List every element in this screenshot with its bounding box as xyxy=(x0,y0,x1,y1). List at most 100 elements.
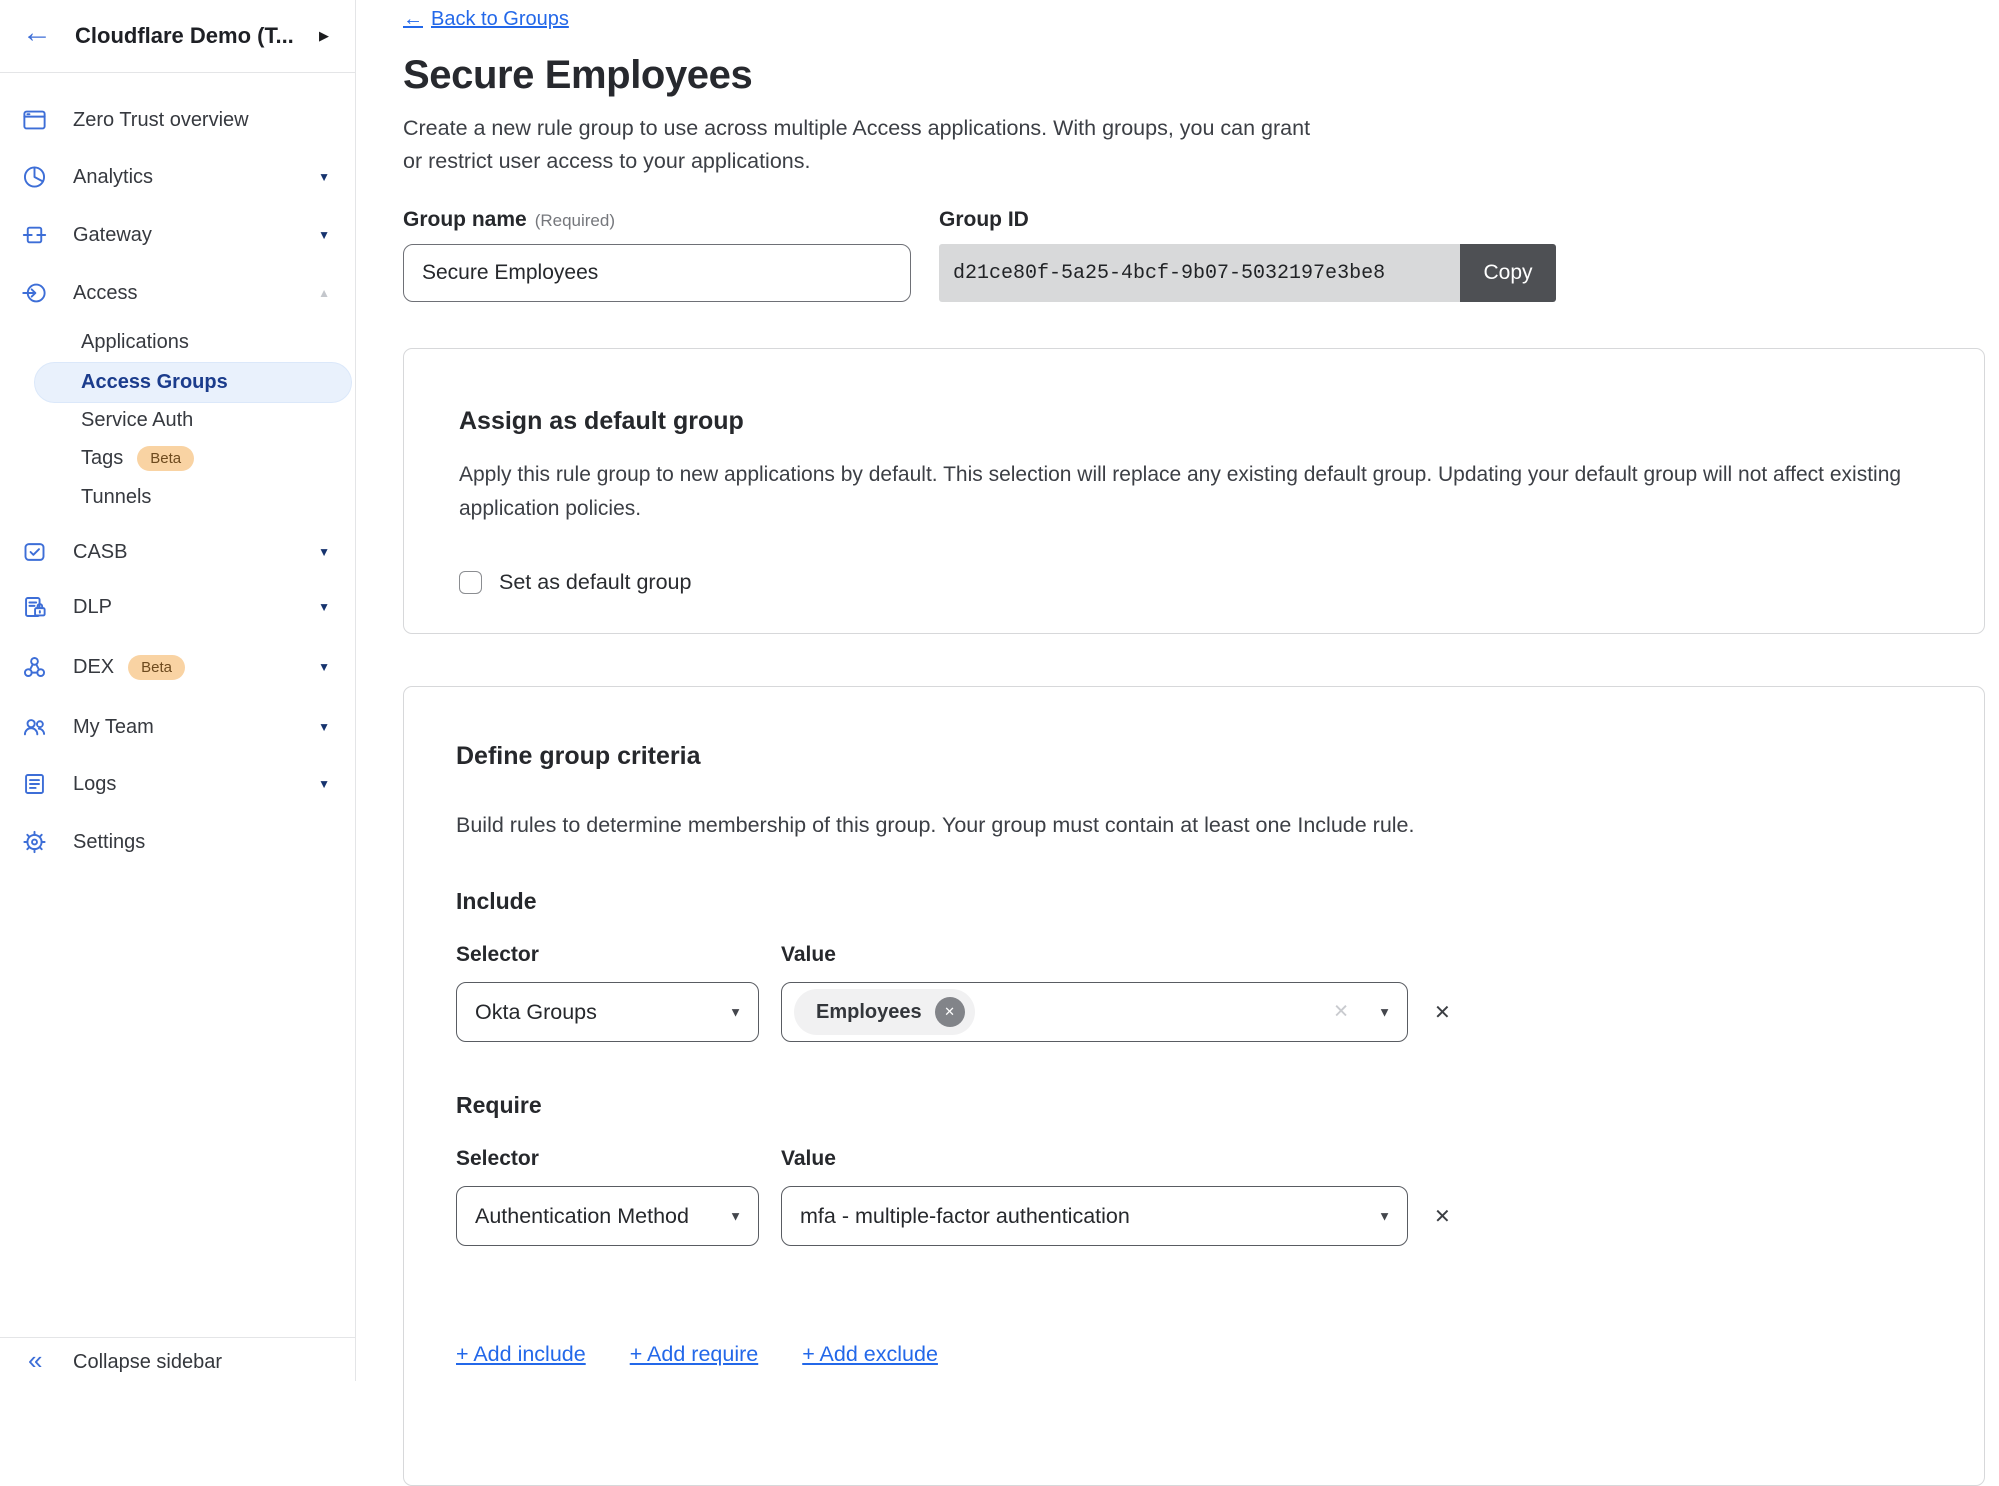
employees-tag-label: Employees xyxy=(816,1001,922,1024)
chevron-down-icon[interactable]: ▼ xyxy=(318,545,330,559)
beta-badge: Beta xyxy=(128,655,185,680)
group-id-label: Group ID xyxy=(939,208,1029,231)
require-selector-value: Authentication Method xyxy=(475,1204,689,1229)
sidebar-item-label: Settings xyxy=(73,831,145,854)
sidebar-item-label: Applications xyxy=(81,331,189,354)
sidebar-item-label: CASB xyxy=(73,541,127,564)
sidebar-item-my-team[interactable]: My Team ▼ xyxy=(0,712,356,742)
sidebar: ← Cloudflare Demo (T... ▶ Zero Trust ove… xyxy=(0,0,356,1381)
sidebar-item-tags[interactable]: Tags Beta xyxy=(0,443,356,473)
add-exclude-link[interactable]: + Add exclude xyxy=(802,1342,938,1367)
account-title: Cloudflare Demo (T... xyxy=(75,23,294,49)
gateway-icon xyxy=(21,222,48,249)
sidebar-item-gateway[interactable]: Gateway ▼ xyxy=(0,220,356,250)
sidebar-item-applications[interactable]: Applications xyxy=(0,327,356,357)
sidebar-item-label: Service Auth xyxy=(81,409,193,432)
back-to-groups-link[interactable]: ← Back to Groups xyxy=(403,8,569,31)
page-description-line1: Create a new rule group to use across mu… xyxy=(403,112,1999,145)
group-id-box: d21ce80f-5a25-4bcf-9b07-5032197e3be8 Cop… xyxy=(939,244,1556,302)
collapse-icon: « xyxy=(28,1345,42,1376)
require-labels-row: Selector Value xyxy=(456,1147,1932,1171)
employees-tag: Employees ✕ xyxy=(794,989,975,1035)
chevron-down-icon[interactable]: ▼ xyxy=(318,660,330,674)
chevron-down-icon: ▼ xyxy=(1378,1005,1391,1020)
default-group-card: Assign as default group Apply this rule … xyxy=(403,348,1985,634)
group-name-input[interactable] xyxy=(403,244,911,302)
remove-tag-icon[interactable]: ✕ xyxy=(935,997,965,1027)
group-name-field-group: Group name (Required) xyxy=(403,208,911,302)
sidebar-item-label: My Team xyxy=(73,716,154,739)
include-value-multiselect[interactable]: Employees ✕ ✕ ▼ xyxy=(781,982,1408,1042)
remove-include-rule-icon[interactable]: ✕ xyxy=(1434,1000,1451,1025)
required-hint: (Required) xyxy=(535,211,615,230)
sidebar-item-label: Tunnels xyxy=(81,486,151,509)
clear-value-icon[interactable]: ✕ xyxy=(1333,1001,1349,1024)
add-require-link[interactable]: + Add require xyxy=(630,1342,759,1367)
chevron-down-icon[interactable]: ▼ xyxy=(318,228,330,242)
include-selector-value: Okta Groups xyxy=(475,1000,597,1025)
chevron-down-icon[interactable]: ▼ xyxy=(318,600,330,614)
team-icon xyxy=(21,714,48,741)
sidebar-item-label: Analytics xyxy=(73,166,153,189)
group-criteria-card: Define group criteria Build rules to det… xyxy=(403,686,1985,1486)
main-content: ← Back to Groups Secure Employees Create… xyxy=(357,0,1999,1381)
default-group-card-description: Apply this rule group to new application… xyxy=(459,458,1929,526)
page-description: Create a new rule group to use across mu… xyxy=(403,112,1999,178)
include-rule-row: Okta Groups ▼ Employees ✕ ✕ ▼ ✕ xyxy=(456,982,1932,1042)
sidebar-item-dex[interactable]: DEX Beta ▼ xyxy=(0,652,356,682)
chevron-up-icon[interactable]: ▲ xyxy=(318,286,330,300)
sidebar-item-tunnels[interactable]: Tunnels xyxy=(0,482,356,512)
collapse-sidebar-button[interactable]: « Collapse sidebar xyxy=(0,1337,356,1381)
remove-require-rule-icon[interactable]: ✕ xyxy=(1434,1204,1451,1229)
include-value-label: Value xyxy=(781,943,836,967)
sidebar-item-label: DEX xyxy=(73,656,114,679)
include-labels-row: Selector Value xyxy=(456,943,1932,967)
require-selector-label: Selector xyxy=(456,1147,781,1171)
logs-icon xyxy=(21,771,48,798)
sidebar-item-logs[interactable]: Logs ▼ xyxy=(0,769,356,799)
group-name-label: Group name xyxy=(403,208,527,231)
sidebar-item-label: DLP xyxy=(73,596,112,619)
sidebar-item-settings[interactable]: Settings xyxy=(0,827,356,857)
beta-badge: Beta xyxy=(137,446,194,471)
group-name-id-row: Group name (Required) Group ID d21ce80f-5… xyxy=(403,208,1999,302)
sidebar-item-service-auth[interactable]: Service Auth xyxy=(0,405,356,435)
include-selector-label: Selector xyxy=(456,943,781,967)
sidebar-item-label: Zero Trust overview xyxy=(73,109,249,132)
group-id-value: d21ce80f-5a25-4bcf-9b07-5032197e3be8 xyxy=(939,244,1460,302)
group-id-field-group: Group ID d21ce80f-5a25-4bcf-9b07-5032197… xyxy=(939,208,1556,302)
access-icon xyxy=(21,280,48,307)
set-default-group-row: Set as default group xyxy=(459,570,1929,595)
set-default-group-checkbox[interactable] xyxy=(459,571,482,594)
include-selector-dropdown[interactable]: Okta Groups ▼ xyxy=(456,982,759,1042)
sidebar-item-zero-trust-overview[interactable]: Zero Trust overview xyxy=(0,105,356,135)
document-lock-icon xyxy=(21,594,48,621)
collapse-sidebar-label: Collapse sidebar xyxy=(73,1351,222,1374)
require-value-text: mfa - multiple-factor authentication xyxy=(800,1204,1130,1229)
account-switcher-caret-icon[interactable]: ▶ xyxy=(319,28,329,44)
chevron-down-icon: ▼ xyxy=(729,1005,742,1020)
sidebar-item-casb[interactable]: CASB ▼ xyxy=(0,537,356,567)
network-nodes-icon xyxy=(21,654,48,681)
set-default-group-label: Set as default group xyxy=(499,570,691,595)
back-arrow-icon[interactable]: ← xyxy=(22,16,52,50)
casb-icon xyxy=(21,539,48,566)
criteria-card-title: Define group criteria xyxy=(456,742,1932,771)
sidebar-item-access-groups[interactable]: Access Groups xyxy=(34,362,352,403)
require-selector-dropdown[interactable]: Authentication Method ▼ xyxy=(456,1186,759,1246)
gear-icon xyxy=(21,829,48,856)
sidebar-item-access[interactable]: Access ▲ xyxy=(0,278,356,308)
page-title: Secure Employees xyxy=(403,53,1999,98)
sidebar-item-dlp[interactable]: DLP ▼ xyxy=(0,592,356,622)
window-icon xyxy=(21,107,48,134)
sidebar-item-label: Access xyxy=(73,282,137,305)
chevron-down-icon[interactable]: ▼ xyxy=(318,777,330,791)
sidebar-item-analytics[interactable]: Analytics ▼ xyxy=(0,162,356,192)
add-include-link[interactable]: + Add include xyxy=(456,1342,586,1367)
require-value-label: Value xyxy=(781,1147,836,1171)
require-value-dropdown[interactable]: mfa - multiple-factor authentication ▼ xyxy=(781,1186,1408,1246)
copy-button[interactable]: Copy xyxy=(1460,244,1556,302)
chevron-down-icon[interactable]: ▼ xyxy=(318,170,330,184)
chevron-down-icon[interactable]: ▼ xyxy=(318,720,330,734)
pie-chart-icon xyxy=(21,164,48,191)
